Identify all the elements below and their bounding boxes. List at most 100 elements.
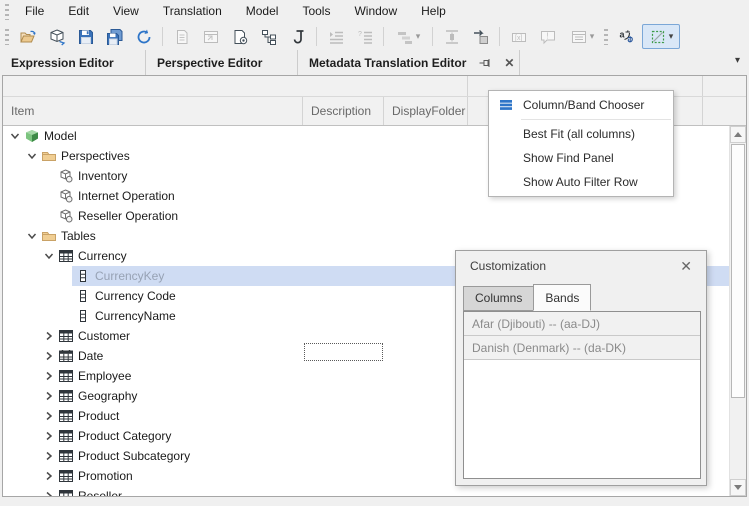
layout-button[interactable]: ▾ [389, 24, 427, 49]
column-header-displayfolder[interactable]: DisplayFolder [384, 97, 468, 125]
document-button[interactable] [168, 24, 195, 49]
form-button[interactable]: ▾ [563, 24, 601, 49]
hierarchy-button[interactable] [255, 24, 282, 49]
script-page-icon [231, 28, 249, 46]
column-header-item[interactable]: Item [3, 97, 303, 125]
customization-tab-columns[interactable]: Columns [463, 286, 535, 311]
fit-height-button[interactable] [438, 24, 465, 49]
column-icon [75, 288, 91, 304]
svg-text:!: ! [546, 31, 548, 40]
scroll-down-button[interactable] [730, 479, 746, 496]
chevron-down-icon[interactable]: ▾ [669, 32, 674, 41]
layout-bars-icon [396, 28, 414, 46]
translate-button[interactable]: a [613, 24, 640, 49]
save-all-button[interactable] [101, 24, 128, 49]
customization-tab-bands[interactable]: Bands [533, 284, 592, 311]
menu-edit[interactable]: Edit [56, 1, 101, 22]
focus-cell[interactable] [304, 343, 383, 361]
script-button[interactable] [226, 24, 253, 49]
bracket-icon [289, 28, 307, 46]
goto-arrow-icon [472, 28, 490, 46]
chevron-right-icon[interactable] [42, 369, 56, 383]
table-icon [58, 488, 74, 496]
numbered-list-icon: ? [356, 28, 374, 46]
menu-item-column-band-chooser[interactable]: Column/Band Chooser [489, 93, 673, 117]
tree-node-label: Product Subcategory [78, 449, 191, 463]
json-script-button[interactable] [284, 24, 311, 49]
translate-icon: a [618, 28, 636, 46]
column-header-description[interactable]: Description [303, 97, 384, 125]
menubar-grip[interactable] [5, 3, 9, 20]
menu-help[interactable]: Help [409, 1, 458, 22]
column-header-empty [703, 97, 746, 125]
tab-overflow-chevron-down-icon[interactable]: ▾ [735, 55, 740, 66]
menu-translation[interactable]: Translation [151, 1, 234, 22]
tab-label: Expression Editor [11, 55, 114, 70]
band-item[interactable]: Danish (Denmark) -- (da-DK) [464, 336, 700, 360]
close-icon[interactable]: ✕ [500, 56, 518, 70]
numbered-list-button[interactable]: ? [351, 24, 378, 49]
chevron-right-icon[interactable] [42, 349, 56, 363]
scrollbar-thumb[interactable] [731, 144, 745, 398]
chevron-right-icon[interactable] [42, 429, 56, 443]
table-icon [58, 468, 74, 484]
menu-file[interactable]: File [13, 1, 56, 22]
deploy-model-button[interactable] [43, 24, 70, 49]
open-icon [19, 28, 37, 46]
comment-button[interactable]: ! [534, 24, 561, 49]
preview-button[interactable] [197, 24, 224, 49]
preview-window-icon [202, 28, 220, 46]
chevron-right-icon[interactable] [42, 329, 56, 343]
table-icon [58, 328, 74, 344]
model-icon [24, 128, 40, 144]
menu-item-best-fit-all-columns-[interactable]: Best Fit (all columns) [489, 122, 673, 146]
menu-model[interactable]: Model [234, 1, 291, 22]
column-icon [75, 268, 91, 284]
chevron-down-icon[interactable] [25, 149, 39, 163]
band-item[interactable]: Afar (Djibouti) -- (aa-DJ) [464, 312, 700, 336]
customization-close-icon[interactable]: ✕ [676, 256, 696, 277]
table-icon [58, 388, 74, 404]
textbox-button[interactable]: [x] [505, 24, 532, 49]
vertical-scrollbar[interactable] [729, 126, 746, 496]
menu-item-show-find-panel[interactable]: Show Find Panel [489, 146, 673, 170]
indent-button[interactable] [322, 24, 349, 49]
chevron-down-icon[interactable] [25, 229, 39, 243]
tree-node-label: Customer [78, 329, 131, 343]
chevron-right-icon[interactable] [42, 469, 56, 483]
scroll-up-button[interactable] [730, 126, 746, 143]
chevron-right-icon[interactable] [42, 389, 56, 403]
chevron-down-icon[interactable] [42, 249, 56, 263]
tab-metadata-translation-editor[interactable]: Metadata Translation Editor ✕ [298, 50, 520, 75]
calendar-table-icon [58, 348, 74, 364]
menu-tools[interactable]: Tools [290, 1, 342, 22]
menu-item-show-auto-filter-row[interactable]: Show Auto Filter Row [489, 170, 673, 194]
tree-node-label: Perspectives [61, 149, 130, 163]
toolbar-grip[interactable] [5, 28, 9, 45]
highlight-cells-toggle[interactable]: ▾ [642, 24, 680, 49]
tab-expression-editor[interactable]: Expression Editor [0, 50, 146, 75]
toolbar-grip[interactable] [604, 28, 608, 45]
refresh-button[interactable] [130, 24, 157, 49]
table-icon [58, 368, 74, 384]
band-cell[interactable] [3, 76, 468, 96]
chevron-right-icon[interactable] [42, 409, 56, 423]
chevron-right-icon[interactable] [42, 449, 56, 463]
chevron-down-icon[interactable]: ▾ [590, 32, 595, 41]
tree-row-tables[interactable]: Tables [3, 226, 729, 246]
chevron-down-icon[interactable] [8, 129, 22, 143]
open-button[interactable] [14, 24, 41, 49]
tree-row-reseller-operation[interactable]: Reseller Operation [3, 206, 729, 226]
chevron-down-icon[interactable]: ▾ [416, 32, 421, 41]
menu-view[interactable]: View [101, 1, 151, 22]
tree-row-reseller[interactable]: Reseller [3, 486, 729, 496]
chevron-right-icon[interactable] [42, 489, 56, 496]
tab-perspective-editor[interactable]: Perspective Editor [146, 50, 298, 75]
pin-icon[interactable] [478, 56, 492, 70]
save-button[interactable] [72, 24, 99, 49]
grid-header-context-menu: Column/Band Chooser Best Fit (all columns… [488, 90, 674, 197]
menu-window[interactable]: Window [342, 1, 409, 22]
svg-text:?: ? [358, 31, 362, 38]
goto-button[interactable] [467, 24, 494, 49]
table-icon [58, 248, 74, 264]
